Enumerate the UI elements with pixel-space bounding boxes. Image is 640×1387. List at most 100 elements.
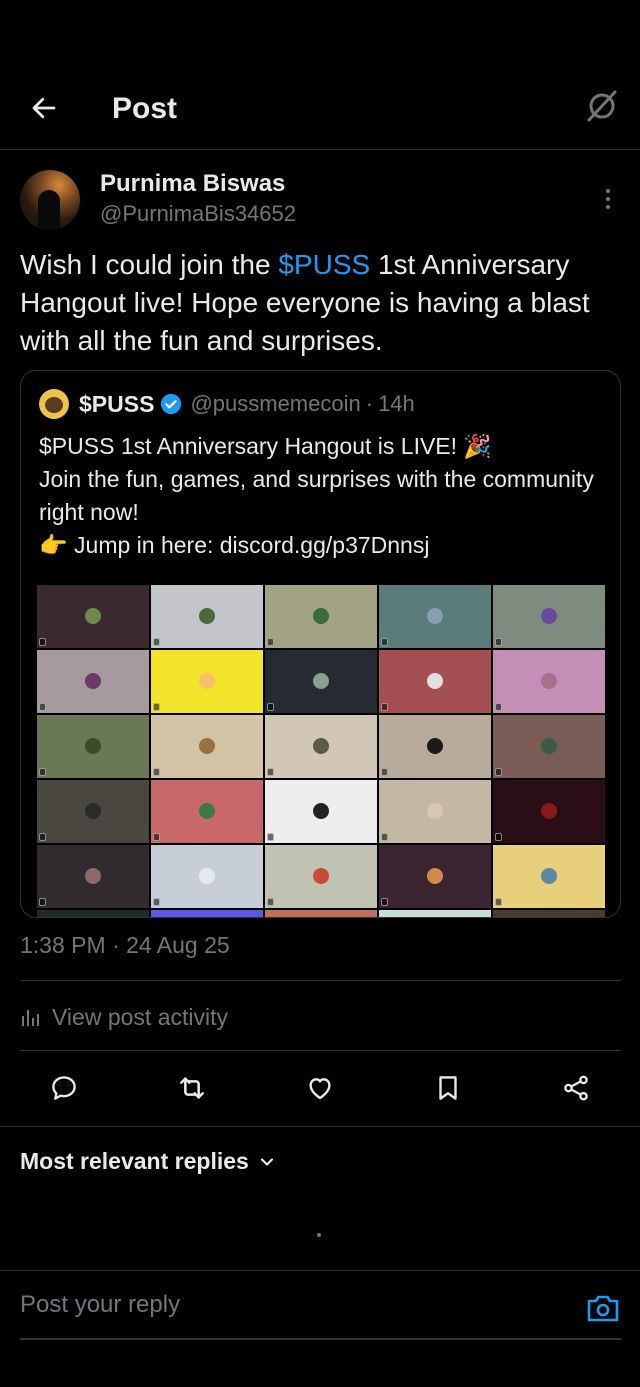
quoted-author-handle: @pussmemecoin xyxy=(190,391,361,416)
like-button[interactable] xyxy=(300,1068,340,1108)
participant-tile xyxy=(265,910,377,917)
reply-button[interactable] xyxy=(44,1068,84,1108)
grok-icon xyxy=(587,90,617,122)
analytics-icon xyxy=(22,1010,39,1026)
bookmark-button[interactable] xyxy=(428,1068,468,1108)
mic-muted-icon xyxy=(267,898,274,906)
participant-avatar xyxy=(199,608,215,624)
mic-muted-icon xyxy=(153,898,160,906)
reply-icon xyxy=(52,1076,76,1100)
quoted-media-grid[interactable] xyxy=(37,585,607,917)
participant-tile xyxy=(151,585,263,648)
participant-avatar xyxy=(199,803,215,819)
view-activity-label: View post activity xyxy=(52,1003,228,1030)
top-bar: Post xyxy=(0,70,640,150)
participant-tile xyxy=(265,845,377,908)
mic-muted-icon xyxy=(153,638,160,646)
participant-tile xyxy=(379,585,491,648)
post-timestamp: 1:38 PM · 24 Aug 25 xyxy=(20,932,230,958)
author-handle[interactable]: @PurnimaBis34652 xyxy=(100,201,296,227)
view-post-activity[interactable]: View post activity xyxy=(20,1002,228,1032)
mic-muted-icon xyxy=(267,638,274,646)
mic-muted-icon xyxy=(381,638,388,646)
mic-muted-icon xyxy=(153,768,160,776)
share-button[interactable] xyxy=(556,1068,596,1108)
mic-muted-icon xyxy=(495,898,502,906)
page-title: Post xyxy=(112,92,178,125)
mic-muted-icon xyxy=(39,638,46,646)
participant-avatar xyxy=(427,738,443,754)
camera-icon xyxy=(587,1295,619,1322)
participant-avatar xyxy=(85,673,101,689)
quoted-post[interactable]: $PUSS @pussmemecoin · 14h $PUSS 1st Anni… xyxy=(20,370,621,918)
participant-tile xyxy=(493,780,605,843)
participant-tile xyxy=(493,585,605,648)
divider xyxy=(0,1126,640,1127)
replies-sort-dropdown[interactable]: Most relevant replies xyxy=(20,1148,277,1175)
more-dot-icon xyxy=(606,197,610,201)
more-options-button[interactable] xyxy=(596,184,620,214)
cashtag-link[interactable]: $PUSS xyxy=(278,249,370,280)
grok-button[interactable] xyxy=(584,88,620,124)
participant-tile xyxy=(379,910,491,917)
mic-muted-icon xyxy=(495,638,502,646)
mic-muted-icon xyxy=(381,898,388,906)
participant-tile xyxy=(493,715,605,778)
quoted-avatar xyxy=(39,389,69,419)
participant-tile xyxy=(265,585,377,648)
more-dot-icon xyxy=(606,189,610,193)
reply-composer xyxy=(0,1270,640,1340)
quoted-author-name: $PUSS xyxy=(79,390,155,417)
participant-avatar xyxy=(313,608,329,624)
action-bar xyxy=(0,1068,640,1108)
quoted-post-text: $PUSS 1st Anniversary Hangout is LIVE! 🎉… xyxy=(39,430,599,562)
mic-muted-icon xyxy=(153,833,160,841)
repost-button[interactable] xyxy=(172,1068,212,1108)
reply-underline xyxy=(20,1338,621,1340)
participant-avatar xyxy=(541,738,557,754)
quoted-line-2: Join the fun, games, and surprises with … xyxy=(39,466,594,525)
mic-muted-icon xyxy=(39,898,46,906)
participant-tile xyxy=(37,910,149,917)
participant-tile xyxy=(493,650,605,713)
participant-avatar xyxy=(541,803,557,819)
quoted-line-1: $PUSS 1st Anniversary Hangout is LIVE! 🎉 xyxy=(39,433,493,459)
participant-avatar xyxy=(85,868,101,884)
quoted-post-time: 14h xyxy=(378,391,415,416)
participant-avatar xyxy=(541,868,557,884)
mic-muted-icon xyxy=(153,703,160,711)
author-name[interactable]: Purnima Biswas xyxy=(100,170,285,198)
chevron-down-icon xyxy=(260,1157,273,1166)
mic-muted-icon xyxy=(381,768,388,776)
divider xyxy=(20,1050,621,1051)
participant-tile xyxy=(37,650,149,713)
participant-avatar xyxy=(313,673,329,689)
participant-avatar xyxy=(427,868,443,884)
separator-dot: · xyxy=(365,391,374,416)
reply-input[interactable] xyxy=(20,1285,560,1325)
participant-tile xyxy=(265,715,377,778)
participant-avatar xyxy=(541,608,557,624)
mic-muted-icon xyxy=(39,768,46,776)
avatar[interactable] xyxy=(20,170,80,230)
participant-avatar xyxy=(427,608,443,624)
post-text-start: Wish I could join the xyxy=(20,249,279,280)
loading-indicator xyxy=(317,1233,321,1237)
participant-avatar xyxy=(313,803,329,819)
participant-avatar xyxy=(199,738,215,754)
mic-muted-icon xyxy=(381,833,388,841)
participant-tile xyxy=(265,650,377,713)
post-author: Purnima Biswas @PurnimaBis34652 xyxy=(20,168,620,238)
participant-tile xyxy=(37,845,149,908)
repost-icon xyxy=(180,1077,204,1099)
back-button[interactable] xyxy=(26,90,62,126)
camera-button[interactable] xyxy=(586,1293,620,1323)
participant-tile xyxy=(37,780,149,843)
participant-tile xyxy=(151,910,263,917)
participant-tile xyxy=(151,650,263,713)
participant-tile xyxy=(379,845,491,908)
share-icon xyxy=(564,1075,588,1101)
mic-muted-icon xyxy=(267,703,274,711)
mic-muted-icon xyxy=(267,833,274,841)
quoted-line-3: 👉 Jump in here: discord.gg/p37Dnnsj xyxy=(39,532,430,558)
